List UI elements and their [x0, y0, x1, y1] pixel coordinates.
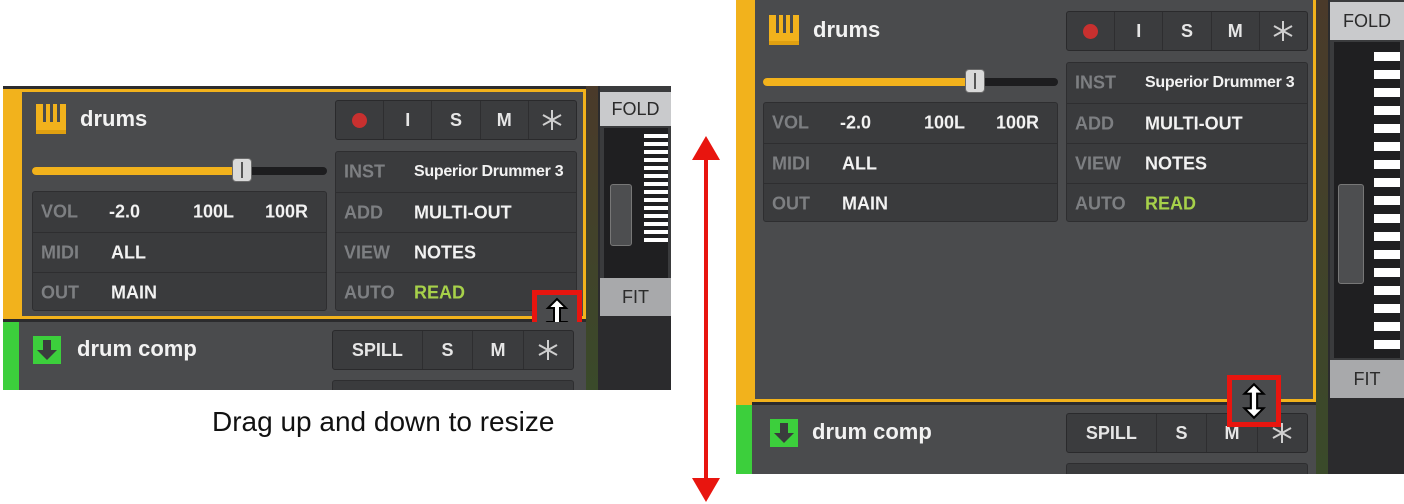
input-button[interactable]: I — [383, 101, 431, 139]
vol-label: VOL — [41, 201, 79, 221]
level-meter — [1316, 0, 1328, 474]
volume-fader[interactable] — [763, 69, 1058, 93]
midi-label: MIDI — [772, 153, 810, 173]
height-ruler — [604, 128, 668, 278]
view-label: VIEW — [1075, 153, 1122, 173]
track-name[interactable]: drums — [813, 17, 880, 43]
instrument-box: INST Superior Drummer 3 ADD MULTI-OUT VI… — [335, 151, 577, 311]
midi-value[interactable]: ALL — [111, 242, 146, 263]
spill-button[interactable]: SPILL — [1067, 414, 1156, 452]
fader-fill — [32, 167, 239, 175]
height-scroll-thumb[interactable] — [610, 184, 632, 246]
record-icon — [352, 112, 368, 128]
auto-value[interactable]: READ — [1145, 193, 1196, 214]
view-label: VIEW — [344, 242, 391, 262]
view-value[interactable]: NOTES — [414, 242, 476, 263]
auto-value[interactable]: READ — [414, 282, 465, 303]
midi-label: MIDI — [41, 242, 79, 262]
add-label: ADD — [1075, 113, 1114, 133]
instruction-caption: Drag up and down to resize — [212, 406, 555, 437]
fit-button[interactable]: FIT — [600, 278, 671, 316]
pan-left[interactable]: 100L — [924, 112, 965, 133]
inst-label: INST — [344, 161, 386, 181]
fold-button[interactable]: FOLD — [1330, 2, 1404, 40]
fold-button[interactable]: FOLD — [600, 92, 671, 126]
add-value[interactable]: MULTI-OUT — [414, 202, 512, 223]
solo-button[interactable]: S — [421, 331, 472, 369]
inst-value[interactable]: Superior Drummer 3 — [414, 163, 564, 181]
right-track-panel: drums I S M VOL -2.0 100L 100R MIDI ALL … — [736, 0, 1404, 474]
left-drum-comp-track[interactable]: drum comp SPILL S M — [3, 322, 586, 390]
folder-arrow-icon — [33, 336, 61, 364]
pan-right[interactable]: 100R — [996, 112, 1039, 133]
resize-handle-highlight[interactable] — [1227, 375, 1281, 427]
freeze-button[interactable] — [527, 101, 576, 139]
track-buttons: I S M — [335, 100, 577, 140]
record-button[interactable] — [1067, 12, 1114, 50]
vol-value[interactable]: -2.0 — [840, 112, 871, 133]
view-value[interactable]: NOTES — [1145, 153, 1207, 174]
mute-button[interactable]: M — [472, 331, 522, 369]
freeze-button[interactable] — [1258, 12, 1307, 50]
out-value[interactable]: MAIN — [111, 282, 157, 303]
right-drums-track[interactable]: drums I S M VOL -2.0 100L 100R MIDI ALL … — [736, 0, 1316, 405]
track-buttons: SPILL S M — [332, 330, 574, 370]
vol-value[interactable]: -2.0 — [109, 201, 140, 222]
resize-updown-icon — [1242, 382, 1266, 420]
double-arrow-icon — [692, 136, 720, 502]
out-label: OUT — [772, 193, 810, 213]
auto-label: AUTO — [344, 282, 395, 302]
solo-button[interactable]: S — [431, 101, 479, 139]
fader-handle[interactable] — [232, 158, 252, 182]
record-icon — [1083, 23, 1099, 39]
snowflake-icon — [542, 110, 562, 130]
mix-info-box: VOL -2.0 100L 100R MIDI ALL OUT MAIN — [763, 102, 1058, 222]
add-value[interactable]: MULTI-OUT — [1145, 113, 1243, 134]
track-height-sidebar: FOLD FIT — [600, 86, 671, 390]
auto-label: AUTO — [1075, 193, 1126, 213]
solo-button[interactable]: S — [1155, 414, 1206, 452]
piano-keys-icon — [36, 104, 66, 134]
inst-value[interactable]: Superior Drummer 3 — [1145, 74, 1295, 92]
fader-fill — [763, 78, 976, 86]
mix-info-box: VOL -2.0 100L 100R MIDI ALL OUT MAIN — [32, 191, 327, 311]
folder-arrow-icon — [770, 419, 798, 447]
volume-fader[interactable] — [32, 158, 327, 182]
midi-value[interactable]: ALL — [842, 153, 877, 174]
height-ruler — [1334, 42, 1400, 358]
snowflake-icon — [538, 340, 558, 360]
record-button[interactable] — [336, 101, 383, 139]
freeze-button[interactable] — [522, 331, 573, 369]
mute-button[interactable]: M — [479, 101, 528, 139]
solo-button[interactable]: S — [1162, 12, 1210, 50]
track-name[interactable]: drum comp — [812, 419, 932, 445]
fit-button[interactable]: FIT — [1330, 360, 1404, 398]
pan-right[interactable]: 100R — [265, 201, 308, 222]
track-height-sidebar: FOLD FIT — [1330, 0, 1404, 474]
snowflake-icon — [1273, 21, 1293, 41]
spill-button[interactable]: SPILL — [333, 331, 422, 369]
out-value[interactable]: MAIN — [842, 193, 888, 214]
mute-button[interactable]: M — [1210, 12, 1259, 50]
track-buttons: I S M — [1066, 11, 1308, 51]
fader-handle[interactable] — [965, 69, 985, 93]
instrument-box: INST Superior Drummer 3 ADD MULTI-OUT VI… — [1066, 62, 1308, 222]
vol-label: VOL — [772, 112, 810, 132]
out-label: OUT — [41, 282, 79, 302]
level-meter — [586, 86, 598, 390]
pan-left[interactable]: 100L — [193, 201, 234, 222]
height-scroll-thumb[interactable] — [1338, 184, 1364, 284]
piano-keys-icon — [769, 15, 799, 45]
left-drums-track[interactable]: drums I S M VOL -2.0 100L 100R MIDI ALL … — [3, 89, 586, 319]
left-track-panel: drums I S M VOL -2.0 100L 100R MIDI ALL … — [3, 86, 671, 390]
add-label: ADD — [344, 202, 383, 222]
inst-label: INST — [1075, 72, 1117, 92]
track-name[interactable]: drum comp — [77, 336, 197, 362]
track-name[interactable]: drums — [80, 106, 147, 132]
input-button[interactable]: I — [1114, 12, 1162, 50]
